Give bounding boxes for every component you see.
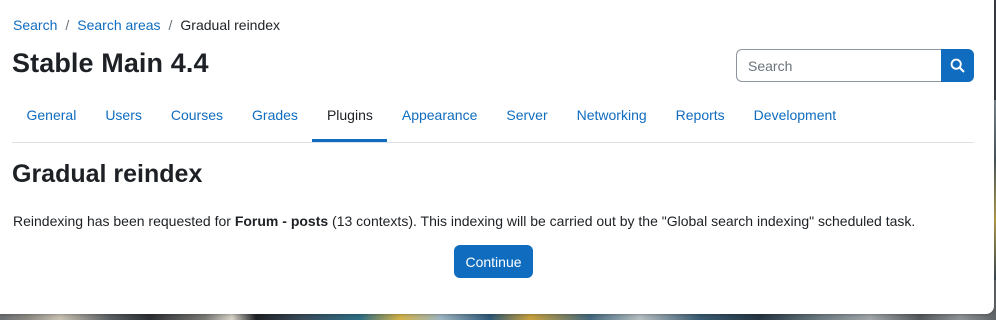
search-form — [736, 49, 974, 82]
continue-button[interactable]: Continue — [454, 245, 533, 278]
breadcrumb-current: Gradual reindex — [180, 17, 281, 33]
tab-development[interactable]: Development — [739, 90, 851, 141]
admin-tabs: General Users Courses Grades Plugins App… — [12, 90, 974, 143]
tab-appearance[interactable]: Appearance — [387, 90, 492, 141]
site-title: Stable Main 4.4 — [12, 48, 209, 78]
tab-users[interactable]: Users — [91, 90, 157, 141]
search-input[interactable] — [736, 49, 941, 82]
tab-networking[interactable]: Networking — [562, 90, 661, 141]
search-button[interactable] — [941, 49, 974, 82]
message-suffix: (13 contexts). This indexing will be car… — [328, 213, 916, 229]
breadcrumb-link-search-areas[interactable]: Search areas — [77, 17, 160, 34]
breadcrumb-separator: / — [65, 17, 70, 33]
breadcrumb: Search / Search areas / Gradual reindex — [13, 17, 280, 34]
page-header: Search / Search areas / Gradual reindex … — [0, 0, 994, 143]
page-card: Search / Search areas / Gradual reindex … — [0, 0, 994, 314]
page-title: Gradual reindex — [12, 160, 203, 188]
reindex-message: Reindexing has been requested for Forum … — [13, 213, 915, 230]
breadcrumb-link-search[interactable]: Search — [13, 17, 57, 34]
tab-server[interactable]: Server — [492, 90, 562, 141]
search-icon — [950, 58, 965, 73]
tab-general[interactable]: General — [12, 90, 91, 141]
search-area-name: Forum - posts — [234, 213, 329, 229]
message-prefix: Reindexing has been requested for — [13, 213, 235, 229]
tab-plugins[interactable]: Plugins — [312, 90, 388, 142]
breadcrumb-separator: / — [168, 17, 173, 33]
tab-courses[interactable]: Courses — [156, 90, 237, 141]
tab-reports[interactable]: Reports — [661, 90, 739, 141]
tab-grades[interactable]: Grades — [238, 90, 313, 141]
